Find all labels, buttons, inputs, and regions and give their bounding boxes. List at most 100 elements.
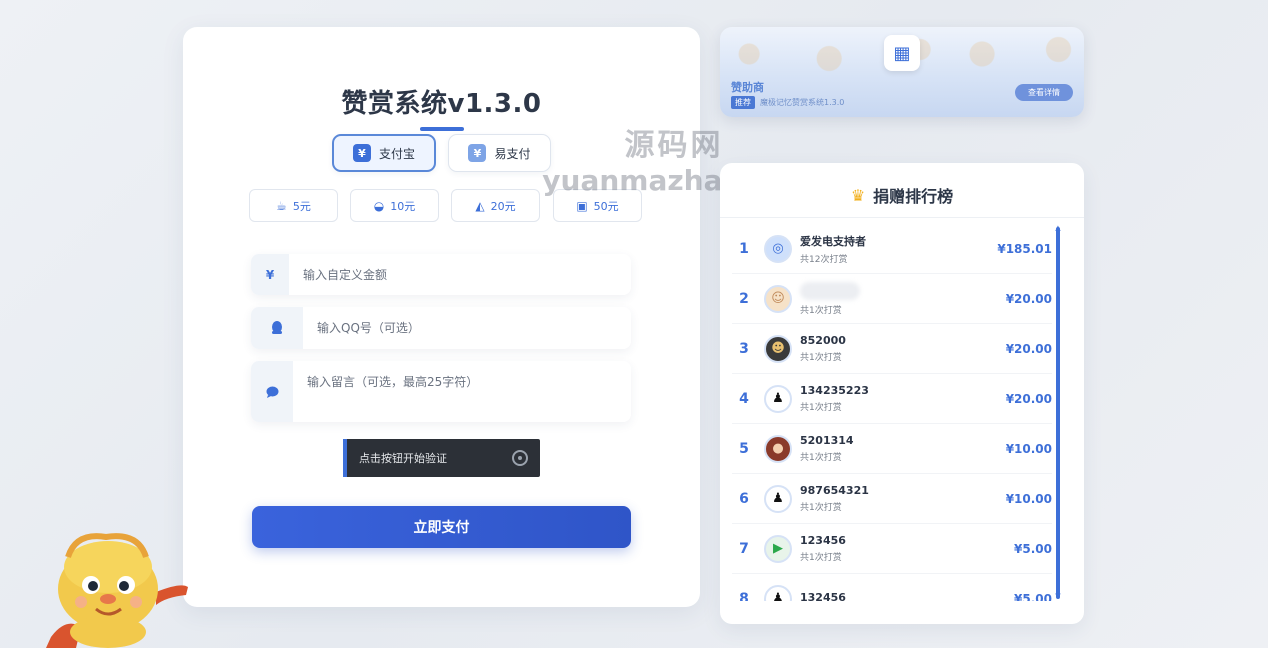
- rank-info: 123456 共1次打赏: [800, 534, 982, 563]
- rank-number: 8: [739, 590, 749, 602]
- rank-info: 共1次打赏: [800, 281, 982, 316]
- donation-amount: ¥5.00: [1014, 541, 1052, 556]
- rank-number: 4: [739, 390, 749, 407]
- sponsor-details-button[interactable]: 查看详情: [1015, 84, 1073, 101]
- amount-option-50[interactable]: ▣ 50元: [553, 189, 642, 222]
- qq-penguin-avatar-icon: ♟: [764, 384, 792, 413]
- cake-icon: ◒: [373, 198, 385, 213]
- ranking-row: 5 ● 5201314 共1次打赏 ¥10.00: [732, 424, 1052, 474]
- amount-label: 10元: [390, 199, 416, 213]
- pizza-icon: ◭: [475, 198, 485, 213]
- scroll-down-arrow-icon[interactable]: ▼: [1054, 593, 1062, 600]
- ranking-row: 7 ▶ 123456 共1次打赏 ¥5.00: [732, 524, 1052, 574]
- donor-name: 852000: [800, 334, 846, 347]
- donor-name: 123456: [800, 534, 846, 547]
- coffee-icon: ☕: [276, 198, 287, 213]
- epay-icon: ¥: [468, 144, 487, 162]
- rank-number: 3: [739, 340, 749, 357]
- message-input[interactable]: [293, 361, 631, 422]
- custom-amount-row: ¥: [251, 254, 631, 295]
- donation-amount: ¥185.01: [997, 241, 1052, 256]
- yen-icon: ¥: [251, 254, 289, 295]
- anime-avatar-icon: ☺: [764, 284, 792, 313]
- afdian-avatar-icon: ◎: [764, 234, 792, 263]
- user-photo-avatar-icon: ☻: [764, 334, 792, 363]
- qq-input[interactable]: [303, 307, 631, 349]
- title-underline: [420, 127, 464, 131]
- amount-option-5[interactable]: ☕ 5元: [249, 189, 338, 222]
- donor-name: 5201314: [800, 434, 854, 447]
- sponsor-tag: 推荐: [731, 96, 755, 109]
- alipay-icon: ¥: [352, 144, 371, 162]
- ranking-row: 2 ☺ 共1次打赏 ¥20.00: [732, 274, 1052, 324]
- ranking-divider: [720, 217, 1084, 218]
- donor-name: 爱发电支持者: [800, 234, 866, 248]
- custom-amount-input[interactable]: [289, 254, 631, 295]
- refresh-icon: [512, 450, 528, 466]
- sponsor-banner[interactable]: ▦ 赞助商 推荐 魔极记忆赞赏系统1.3.0 查看详情: [720, 27, 1084, 117]
- pay-method-epay[interactable]: ¥ 易支付: [448, 134, 551, 172]
- rank-info: 134235223 共1次打赏: [800, 384, 982, 413]
- captcha-label: 点击按钮开始验证: [359, 452, 447, 465]
- rank-number: 5: [739, 440, 749, 457]
- donation-amount: ¥5.00: [1014, 591, 1052, 602]
- ranking-row: 4 ♟ 134235223 共1次打赏 ¥20.00: [732, 374, 1052, 424]
- captcha-button[interactable]: 点击按钮开始验证: [343, 439, 540, 477]
- ranking-scrollbar[interactable]: [1056, 227, 1060, 599]
- sponsor-description: 魔极记忆赞赏系统1.3.0: [760, 98, 845, 107]
- basketball-avatar-icon: ●: [764, 434, 792, 463]
- donor-name: 132456: [800, 590, 846, 602]
- donation-amount: ¥20.00: [1005, 391, 1052, 406]
- lion-dance-mascot-icon: [46, 533, 188, 648]
- message-icon: [251, 361, 293, 422]
- rank-number: 6: [739, 490, 749, 507]
- rank-number: 1: [739, 240, 749, 257]
- pay-method-alipay[interactable]: ¥ 支付宝: [332, 134, 436, 172]
- qq-penguin-avatar-icon: ♟: [764, 484, 792, 513]
- rank-number: 2: [739, 290, 749, 307]
- page-title: 赞赏系统v1.3.0: [341, 89, 542, 119]
- payment-card: 赞赏系统v1.3.0 ¥ 支付宝 ¥ 易支付 ☕ 5元 ◒ 10元 ◭ 20元 …: [183, 27, 700, 607]
- donation-amount: ¥20.00: [1005, 341, 1052, 356]
- rank-info: 5201314 共1次打赏: [800, 434, 982, 463]
- donation-amount: ¥10.00: [1005, 491, 1052, 506]
- rank-number: 7: [739, 540, 749, 557]
- pay-method-label: 易支付: [494, 146, 531, 161]
- rank-info: 852000 共1次打赏: [800, 334, 982, 363]
- qq-row: [251, 307, 631, 349]
- ranking-title: 捐赠排行榜: [873, 187, 954, 206]
- donor-name: 987654321: [800, 484, 869, 497]
- gift-icon: ▣: [576, 198, 588, 213]
- donation-count: 共1次打赏: [800, 553, 842, 563]
- ranking-row: 1 ◎ 爱发电支持者 共12次打赏 ¥185.01: [732, 224, 1052, 274]
- donation-amount: ¥20.00: [1005, 291, 1052, 306]
- pay-now-button[interactable]: 立即支付: [252, 506, 631, 548]
- amount-option-10[interactable]: ◒ 10元: [350, 189, 439, 222]
- donation-ranking-card: ♛ 捐赠排行榜 1 ◎ 爱发电支持者 共12次打赏 ¥185.01 2 ☺ 共1…: [720, 163, 1084, 624]
- ranking-header: ♛ 捐赠排行榜: [720, 183, 1084, 207]
- sponsor-logo-icon: ▦: [884, 35, 920, 71]
- rank-info: 爱发电支持者 共12次打赏: [800, 233, 982, 265]
- donation-count: 共1次打赏: [800, 353, 842, 363]
- blurred-donor-name: [800, 281, 860, 300]
- sponsor-label: 赞助商: [731, 81, 764, 94]
- crown-icon: ♛: [850, 185, 866, 205]
- qq-icon: [251, 307, 303, 349]
- play-avatar-icon: ▶: [764, 534, 792, 563]
- ranking-row: 3 ☻ 852000 共1次打赏 ¥20.00: [732, 324, 1052, 374]
- amount-option-20[interactable]: ◭ 20元: [451, 189, 540, 222]
- donation-count: 共12次打赏: [800, 254, 848, 265]
- donation-count: 共1次打赏: [800, 503, 842, 513]
- ranking-row: 6 ♟ 987654321 共1次打赏 ¥10.00: [732, 474, 1052, 524]
- rank-info: 987654321 共1次打赏: [800, 484, 982, 513]
- donation-count: 共1次打赏: [800, 453, 842, 463]
- amount-label: 20元: [490, 199, 516, 213]
- message-row: [251, 361, 631, 422]
- pay-method-label: 支付宝: [378, 146, 415, 161]
- rank-info: 132456: [800, 591, 982, 602]
- ranking-row: 8 ♟ 132456 ¥5.00: [732, 574, 1052, 601]
- donation-amount: ¥10.00: [1005, 441, 1052, 456]
- donation-count: 共1次打赏: [800, 403, 842, 413]
- amount-label: 50元: [593, 199, 619, 213]
- ranking-list[interactable]: 1 ◎ 爱发电支持者 共12次打赏 ¥185.01 2 ☺ 共1次打赏 ¥20.…: [732, 221, 1052, 601]
